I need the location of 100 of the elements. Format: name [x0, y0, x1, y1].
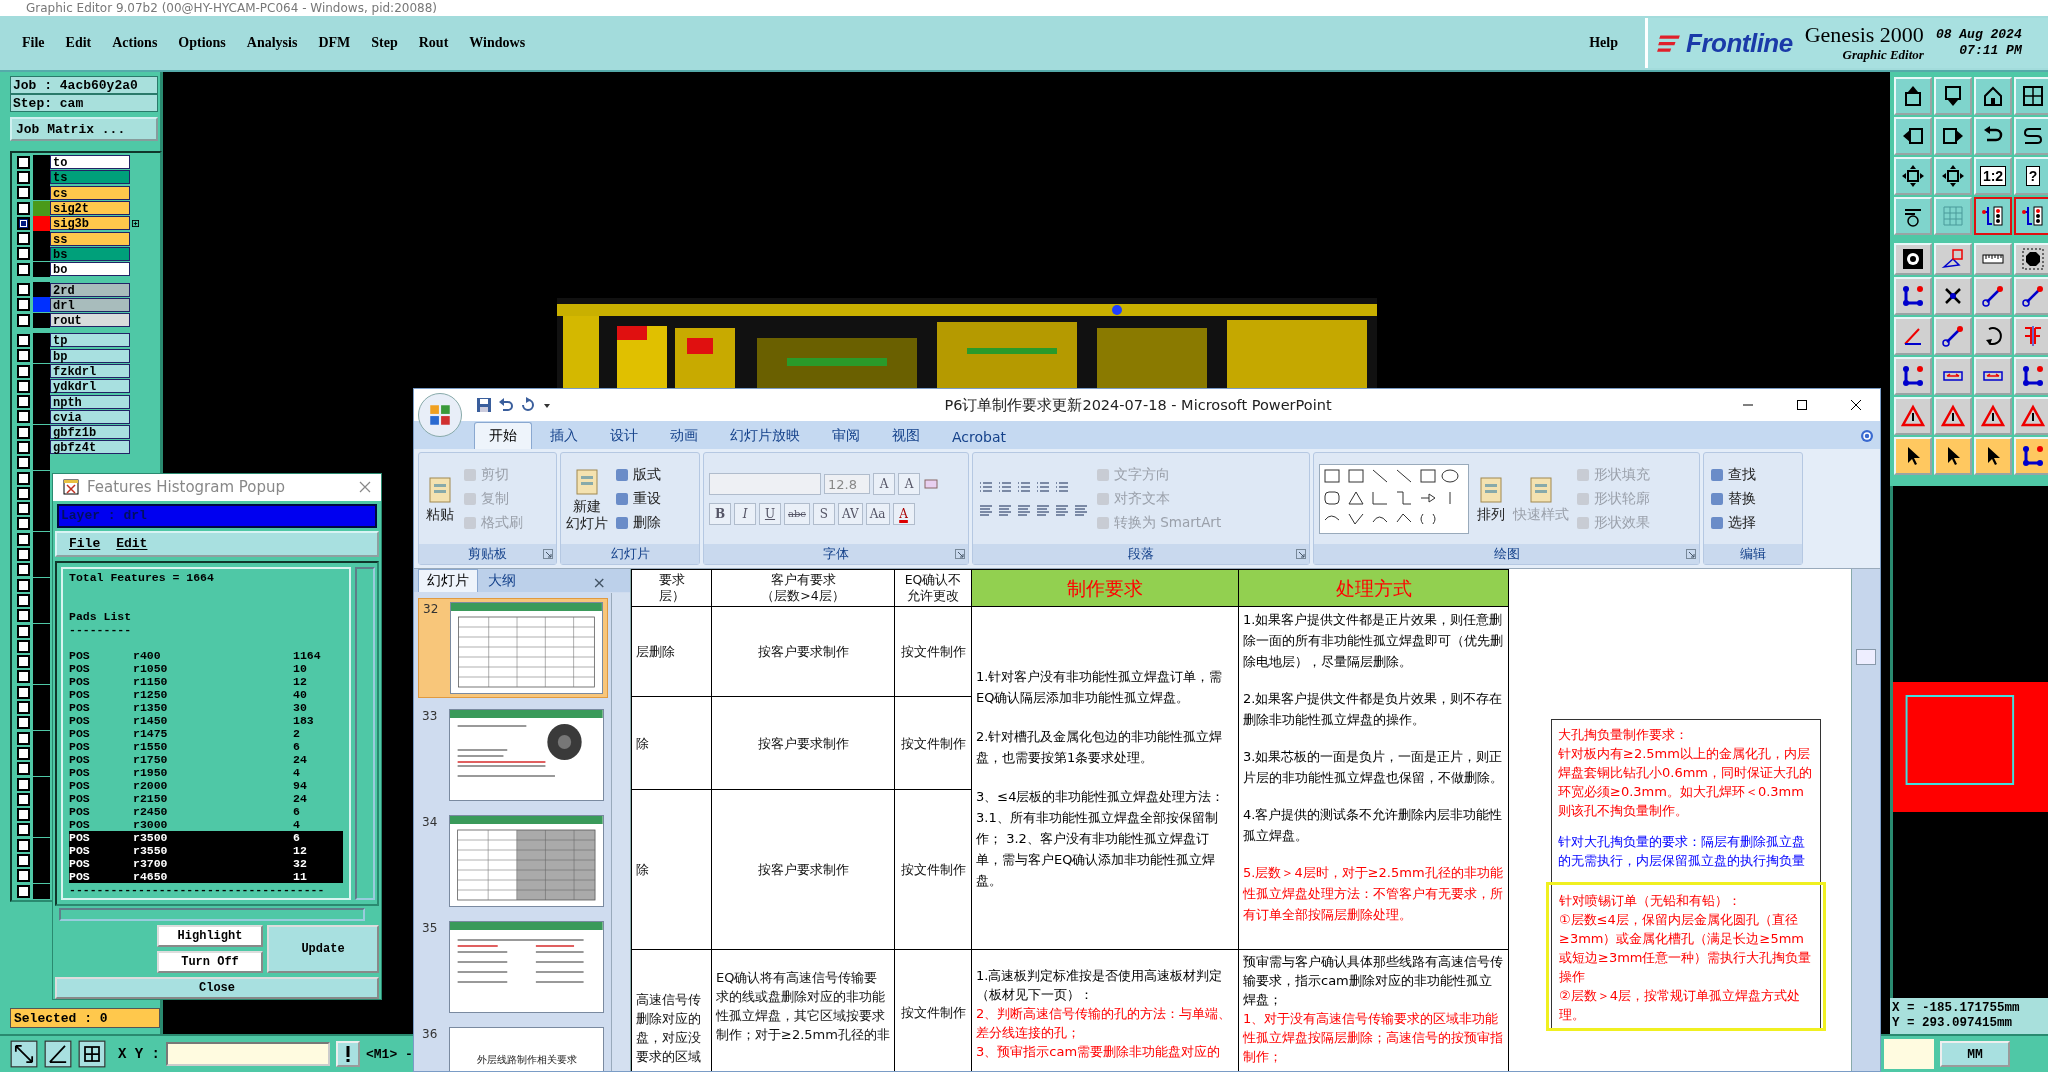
- menu-item[interactable]: Step: [371, 35, 398, 51]
- layer-checkbox[interactable]: [17, 364, 30, 378]
- ribbon-tab[interactable]: 审阅: [818, 423, 874, 449]
- histogram-row[interactable]: POS r4650 11: [69, 870, 343, 884]
- layer-checkbox[interactable]: [17, 247, 30, 261]
- font-button[interactable]: AV: [837, 502, 863, 525]
- menu-item[interactable]: Actions: [112, 35, 158, 51]
- ribbon-tab[interactable]: 动画: [656, 423, 712, 449]
- ribbon-button[interactable]: 新建 幻灯片: [566, 465, 608, 532]
- layer-checkbox[interactable]: [17, 563, 30, 577]
- layer-checkbox[interactable]: [17, 283, 30, 296]
- layer-name[interactable]: to: [50, 155, 130, 170]
- layer-checkbox[interactable]: [17, 517, 30, 531]
- histogram-row[interactable]: POS r1950 4: [69, 766, 343, 780]
- ribbon-button[interactable]: 替换: [1709, 489, 1756, 508]
- slide-thumbnail[interactable]: [449, 921, 604, 1013]
- layer-name[interactable]: 2rd: [50, 282, 130, 297]
- font-button[interactable]: I: [734, 502, 756, 525]
- ribbon-tab[interactable]: 开始: [474, 422, 532, 449]
- menu-item[interactable]: File: [22, 35, 45, 51]
- layer-checkbox[interactable]: [17, 170, 30, 184]
- layer-name[interactable]: sig2t: [50, 201, 130, 216]
- layer-checkbox[interactable]: [17, 395, 30, 409]
- layer-name[interactable]: fzkdrl: [50, 364, 130, 378]
- layer-name[interactable]: ts: [50, 170, 130, 185]
- layer-checkbox[interactable]: [17, 216, 30, 230]
- help-icon[interactable]: [1860, 429, 1874, 443]
- layer-name[interactable]: sig3b: [50, 216, 130, 231]
- layer-name[interactable]: cvia: [50, 409, 130, 424]
- font-button[interactable]: Aa: [865, 502, 890, 525]
- ribbon-button[interactable]: 排列: [1475, 474, 1507, 523]
- menu-item[interactable]: File: [69, 536, 101, 552]
- histogram-row[interactable]: POS r1475 2: [69, 727, 343, 741]
- slide-thumbnail[interactable]: [449, 815, 604, 907]
- layer-name[interactable]: drl: [50, 297, 130, 312]
- layer-checkbox[interactable]: [17, 349, 30, 363]
- alert-button[interactable]: [336, 1041, 360, 1067]
- histogram-row[interactable]: POS r1050 10: [69, 662, 343, 676]
- layer-checkbox[interactable]: [17, 762, 30, 776]
- layer-checkbox[interactable]: [17, 609, 30, 623]
- layer-name[interactable]: bo: [50, 262, 130, 277]
- layer-checkbox[interactable]: [17, 410, 30, 424]
- histogram-row[interactable]: POS r400 1164: [69, 649, 343, 663]
- undo-icon[interactable]: [498, 397, 514, 413]
- histogram-row[interactable]: POS r3000 4: [69, 818, 343, 832]
- font-button[interactable]: S: [812, 502, 835, 525]
- histogram-row[interactable]: POS r1350 30: [69, 701, 343, 715]
- layer-checkbox[interactable]: [17, 298, 30, 312]
- font-name-field[interactable]: [709, 472, 821, 495]
- shape-gallery[interactable]: [1319, 463, 1469, 534]
- layer-name[interactable]: ss: [50, 231, 130, 246]
- ribbon-button[interactable]: 查找: [1709, 465, 1756, 484]
- panel-tab[interactable]: 大纲: [480, 570, 524, 592]
- coordinate-input[interactable]: [166, 1042, 330, 1066]
- menu-item[interactable]: Rout: [418, 35, 449, 51]
- scrollbar[interactable]: [59, 908, 365, 921]
- corner-arrow-icon[interactable]: [1296, 549, 1306, 559]
- menu-item[interactable]: Edit: [65, 35, 92, 51]
- layer-name[interactable]: bs: [50, 246, 130, 261]
- corner-arrow-icon[interactable]: [955, 549, 965, 559]
- histogram-row[interactable]: POS r3500 6: [69, 831, 343, 845]
- font-button[interactable]: A: [898, 472, 920, 495]
- layer-checkbox[interactable]: [17, 716, 30, 730]
- histogram-row[interactable]: POS r1150 12: [69, 675, 343, 689]
- redo-icon[interactable]: [520, 397, 536, 413]
- layer-checkbox[interactable]: [17, 425, 30, 439]
- layer-checkbox[interactable]: [17, 655, 30, 669]
- layer-checkbox[interactable]: [17, 792, 30, 806]
- layer-checkbox[interactable]: [17, 486, 30, 500]
- layer-checkbox[interactable]: [17, 441, 30, 454]
- layer-checkbox[interactable]: [17, 471, 30, 485]
- slide-thumbnail[interactable]: [449, 709, 604, 801]
- layer-checkbox[interactable]: [17, 262, 30, 276]
- font-button[interactable]: U: [759, 502, 781, 525]
- align-icon[interactable]: [1073, 502, 1089, 519]
- ribbon-button[interactable]: 粘贴: [424, 474, 456, 523]
- slide-thumbnail[interactable]: 外层线路制作相关要求: [449, 1027, 604, 1071]
- align-icon[interactable]: [1016, 502, 1032, 519]
- histogram-row[interactable]: POS r1750 24: [69, 753, 343, 767]
- layer-name[interactable]: gbfz1b: [50, 425, 130, 440]
- corner-arrow-icon[interactable]: [543, 549, 553, 559]
- ribbon-button[interactable]: 重设: [614, 489, 661, 508]
- layer-checkbox[interactable]: [17, 670, 30, 684]
- font-button[interactable]: A: [873, 472, 895, 495]
- layer-checkbox[interactable]: [17, 593, 30, 607]
- layer-checkbox[interactable]: [17, 548, 30, 562]
- align-icon[interactable]: [1035, 502, 1051, 519]
- histogram-row[interactable]: POS r3700 32: [69, 857, 343, 871]
- font-button[interactable]: A: [892, 502, 915, 525]
- layer-checkbox[interactable]: [17, 232, 30, 246]
- align-icon[interactable]: [997, 502, 1013, 519]
- ribbon-tab[interactable]: 视图: [878, 423, 934, 449]
- update-button[interactable]: Update: [267, 924, 379, 973]
- layer-checkbox[interactable]: [17, 624, 30, 638]
- histogram-row[interactable]: POS r2000 94: [69, 779, 343, 793]
- grid-icon[interactable]: [78, 1040, 106, 1068]
- dialog-button[interactable]: Turn Off: [157, 950, 263, 973]
- scrollbar[interactable]: [355, 567, 375, 901]
- layer-name[interactable]: rout: [50, 313, 130, 328]
- corner-arrow-icon[interactable]: [1686, 549, 1696, 559]
